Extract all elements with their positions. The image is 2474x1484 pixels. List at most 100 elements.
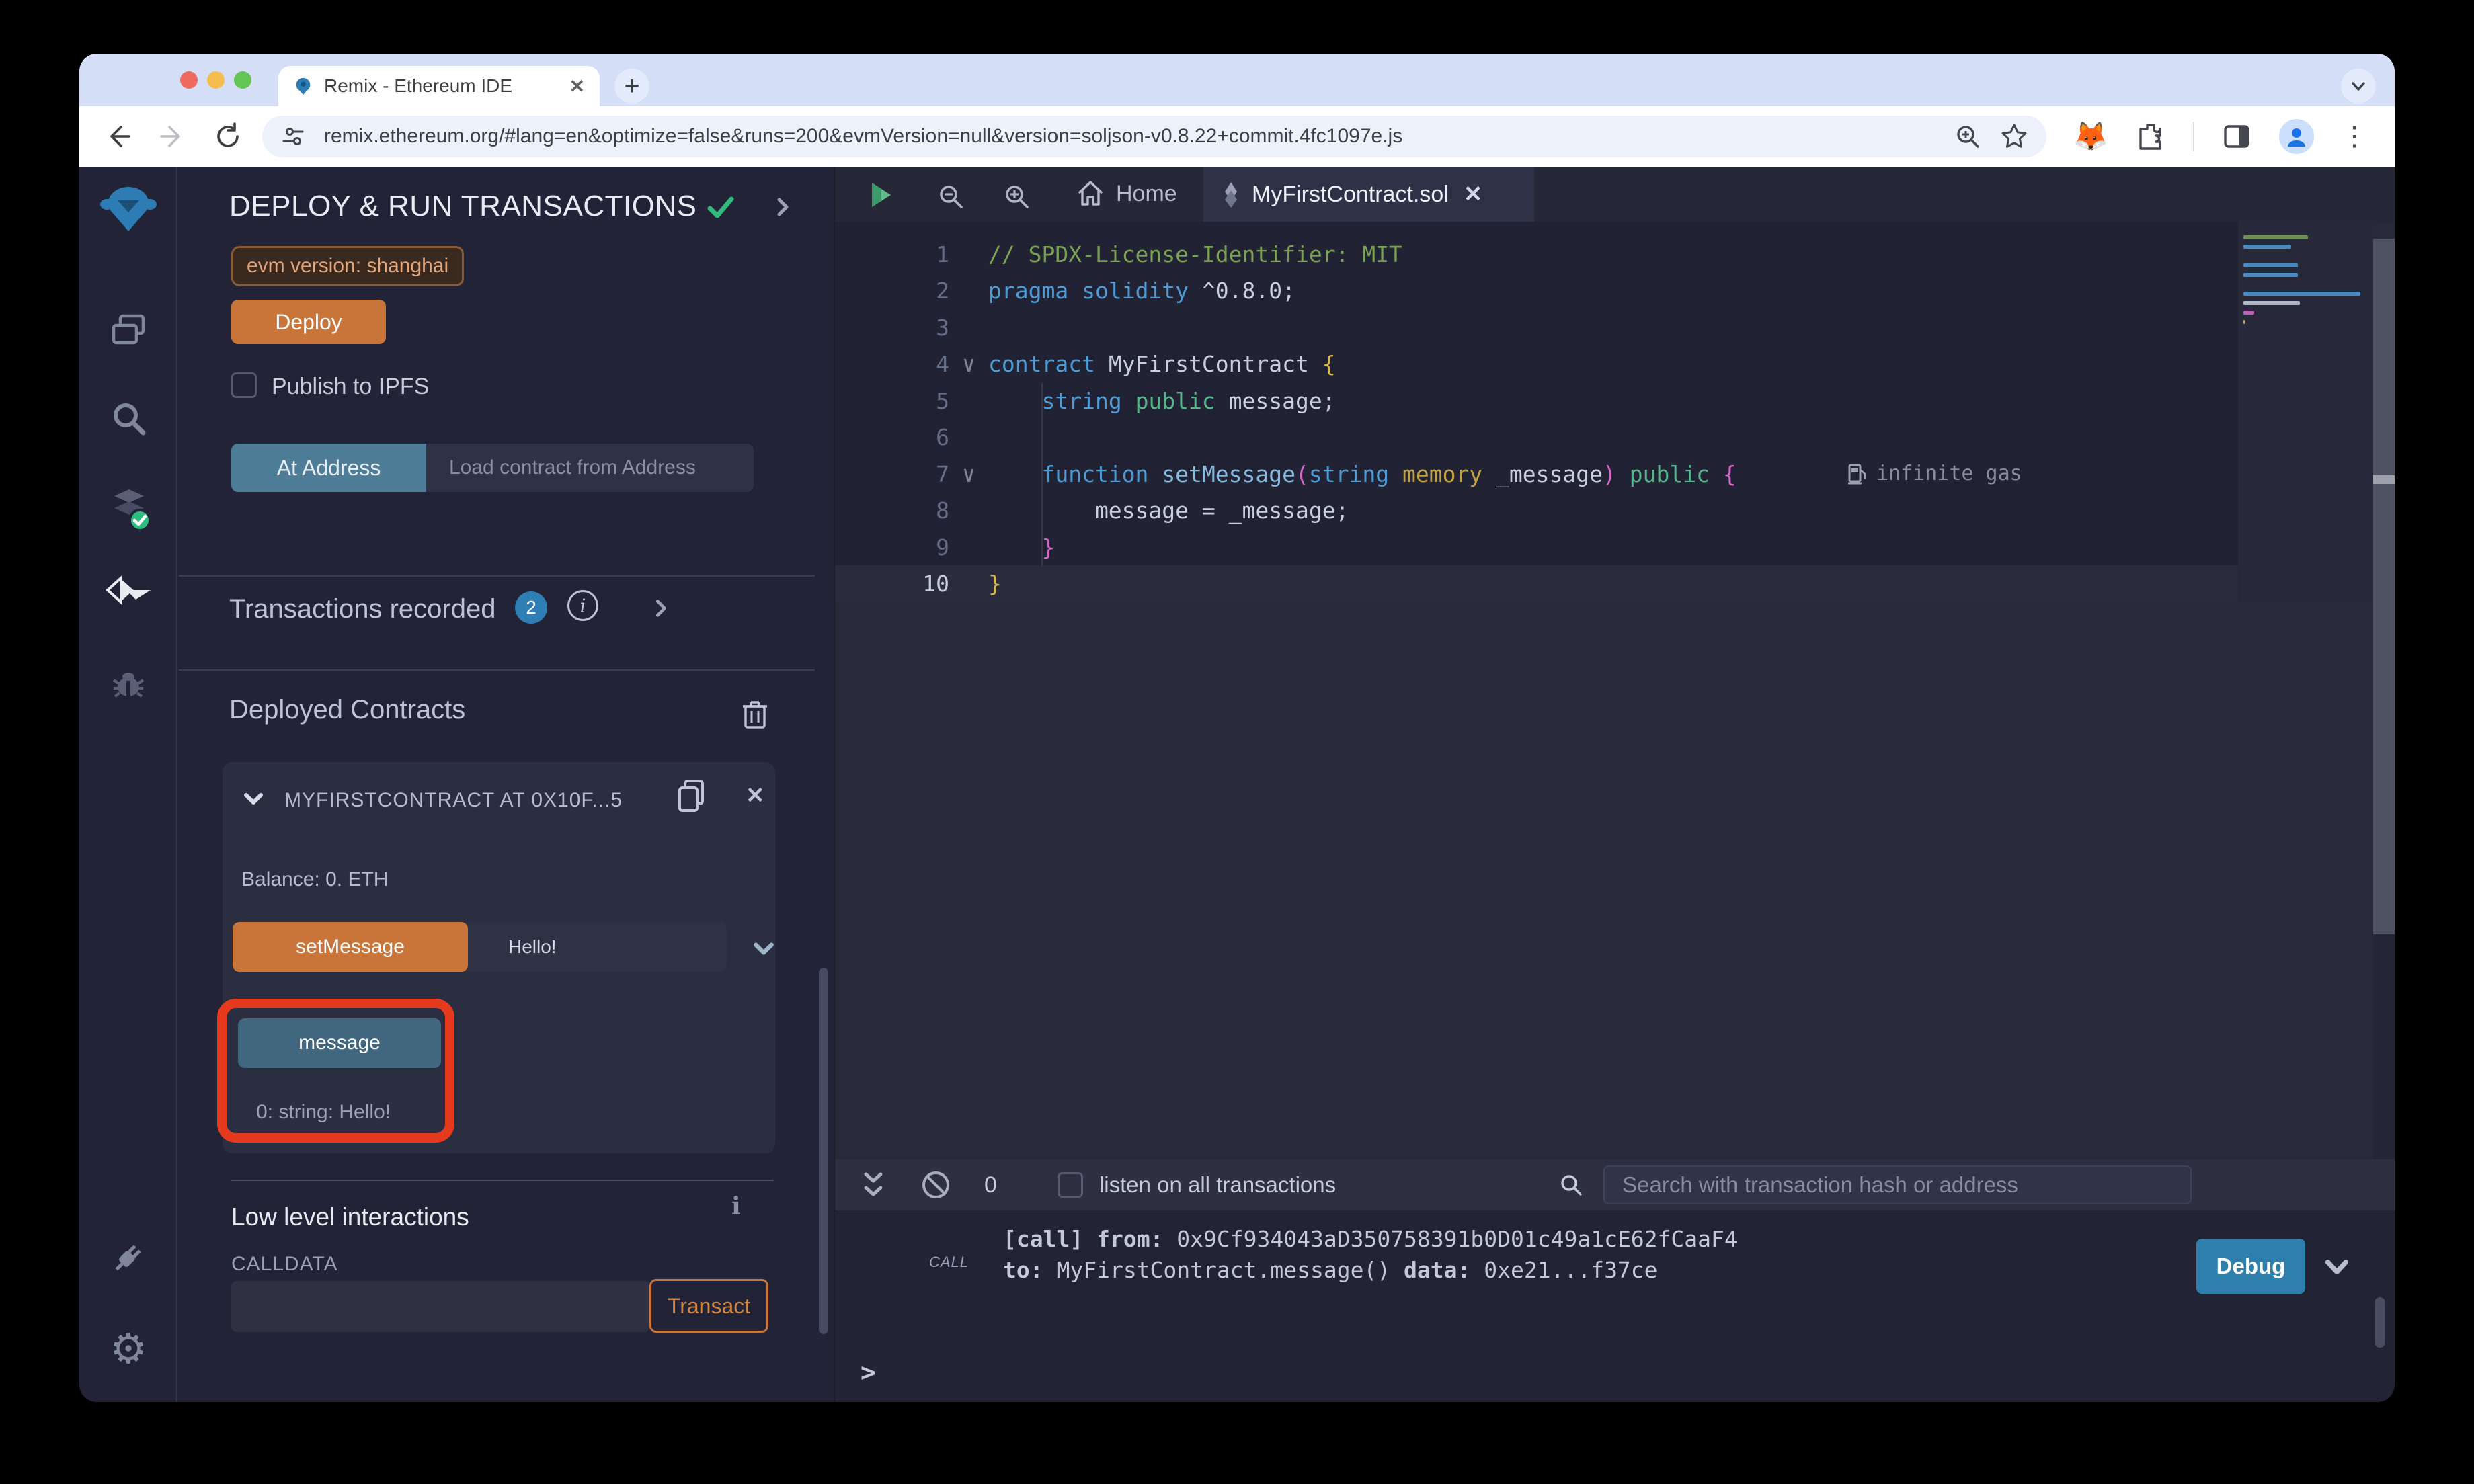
editor-zoom-in-icon[interactable] <box>1002 181 1031 211</box>
minimap[interactable] <box>2238 222 2373 602</box>
panel-expand-chevron-icon[interactable] <box>770 195 795 219</box>
terminal-log-line: [call] from: 0x9Cf934043aD350758391b0D01… <box>1003 1224 1738 1255</box>
line-number: 9 <box>835 534 949 561</box>
code-line[interactable]: 5 string public message; <box>835 382 2238 419</box>
debug-button[interactable]: Debug <box>2196 1239 2305 1294</box>
arrow-left-icon <box>102 121 133 152</box>
code-viewport[interactable]: 1// SPDX-License-Identifier: MIT2pragma … <box>835 222 2238 602</box>
panel-divider <box>179 575 815 577</box>
transactions-recorded-label: Transactions recorded <box>229 594 495 624</box>
terminal-prompt[interactable]: > <box>861 1358 876 1387</box>
editor-scrollbar[interactable] <box>2373 239 2395 934</box>
minimap-line <box>2243 254 2368 258</box>
evm-version-badge: evm version: shanghai <box>231 246 464 286</box>
listen-all-transactions-checkbox[interactable] <box>1058 1172 1083 1198</box>
calldata-input[interactable] <box>231 1281 649 1332</box>
terminal-log[interactable]: [call] from: 0x9Cf934043aD350758391b0D01… <box>1003 1224 1738 1286</box>
set-message-input[interactable]: Hello! <box>468 922 727 972</box>
side-panel-icon[interactable] <box>2221 121 2252 152</box>
debugger-bug-icon[interactable] <box>79 665 177 704</box>
tab-search-button[interactable] <box>2341 69 2376 104</box>
window-minimize-button[interactable] <box>207 71 225 89</box>
set-message-expand-chevron-icon[interactable] <box>751 936 776 961</box>
minimap-line <box>2243 245 2291 249</box>
reload-button[interactable] <box>212 121 245 152</box>
file-tab-active[interactable]: MyFirstContract.sol ✕ <box>1203 167 1534 222</box>
line-number: 6 <box>835 424 949 450</box>
line-number: 4 <box>835 351 949 377</box>
contract-collapse-chevron-icon[interactable] <box>241 786 266 811</box>
code-line[interactable]: 4∨contract MyFirstContract { <box>835 345 2238 382</box>
calldata-label: CALLDATA <box>231 1253 338 1276</box>
window-zoom-button[interactable] <box>234 71 251 89</box>
transact-button[interactable]: Transact <box>649 1279 768 1333</box>
minimap-line <box>2243 273 2298 277</box>
info-icon[interactable]: i <box>567 590 598 621</box>
remove-contract-icon[interactable]: ✕ <box>746 782 765 809</box>
contract-instance-title[interactable]: MYFIRSTCONTRACT AT 0X10F...5 <box>284 789 674 812</box>
terminal-search-icon <box>1558 1171 1585 1198</box>
code-line[interactable]: 7∨ function setMessage(string memory _me… <box>835 456 2238 493</box>
set-message-button[interactable]: setMessage <box>233 922 468 972</box>
message-getter-button[interactable]: message <box>238 1018 441 1068</box>
tab-close-icon[interactable]: ✕ <box>569 75 585 97</box>
minimap-line <box>2243 235 2308 239</box>
expand-terminal-icon[interactable] <box>862 1171 885 1198</box>
editor-tab-bar: Home MyFirstContract.sol ✕ <box>835 167 2395 222</box>
code-line[interactable]: 6 <box>835 419 2238 456</box>
deploy-button[interactable]: Deploy <box>231 300 386 344</box>
panel-scrollbar[interactable] <box>819 968 828 1334</box>
code-line[interactable]: 10} <box>835 565 2238 602</box>
deploy-run-icon[interactable] <box>79 575 177 618</box>
publish-ipfs-checkbox[interactable] <box>231 372 257 398</box>
line-number: 8 <box>835 497 949 524</box>
url-bar[interactable]: remix.ethereum.org/#lang=en&optimize=fal… <box>262 116 2046 157</box>
editor-zoom-out-icon[interactable] <box>936 181 965 211</box>
low-level-info-icon[interactable]: i <box>731 1192 741 1221</box>
forward-button[interactable] <box>157 121 190 152</box>
plugin-manager-icon[interactable] <box>79 1237 177 1278</box>
zoom-page-icon[interactable] <box>1954 122 1982 151</box>
log-expand-chevron-icon[interactable] <box>2322 1252 2352 1282</box>
settings-gear-icon[interactable]: ⚙ <box>79 1324 177 1373</box>
code-line[interactable]: 8 message = _message; <box>835 492 2238 529</box>
back-button[interactable] <box>102 121 134 152</box>
fold-chevron-icon[interactable]: ∨ <box>949 461 988 487</box>
window-close-button[interactable] <box>180 71 198 89</box>
transactions-expand-chevron-icon[interactable] <box>649 597 672 620</box>
browser-tab[interactable]: Remix - Ethereum IDE ✕ <box>278 66 600 106</box>
run-script-play-icon[interactable] <box>865 180 895 210</box>
browser-menu-icon[interactable]: ⋮ <box>2341 132 2368 140</box>
code-line[interactable]: 2pragma solidity ^0.8.0; <box>835 272 2238 309</box>
file-explorer-icon[interactable] <box>79 309 177 349</box>
code-line[interactable]: 3 <box>835 309 2238 346</box>
code-text: } <box>988 534 1055 561</box>
clear-console-icon[interactable] <box>922 1171 949 1198</box>
at-address-input[interactable]: Load contract from Address <box>426 444 754 492</box>
copy-address-icon[interactable] <box>674 777 708 815</box>
browser-tab-strip: Remix - Ethereum IDE ✕ + <box>79 54 2395 106</box>
terminal-search-input[interactable]: Search with transaction hash or address <box>1603 1165 2192 1204</box>
gas-annotation: infinite gas <box>1847 462 2022 485</box>
close-file-tab-icon[interactable]: ✕ <box>1464 181 1483 208</box>
clear-contracts-trash-icon[interactable] <box>740 698 770 730</box>
metamask-extension-icon[interactable]: 🦊 <box>2073 120 2108 153</box>
code-text: function setMessage(string memory _messa… <box>988 461 1737 487</box>
site-settings-icon[interactable] <box>280 123 307 150</box>
code-line[interactable]: 1// SPDX-License-Identifier: MIT <box>835 236 2238 273</box>
at-address-button[interactable]: At Address <box>231 444 426 492</box>
solidity-compiler-icon[interactable] <box>79 487 177 535</box>
indent-guide <box>1041 383 1043 566</box>
editor-scrollbar-thumb[interactable] <box>2373 475 2395 484</box>
extensions-puzzle-icon[interactable] <box>2135 121 2166 152</box>
remix-logo-icon[interactable] <box>79 181 177 238</box>
bookmark-star-icon[interactable] <box>1999 122 2029 151</box>
fold-chevron-icon[interactable]: ∨ <box>949 351 988 377</box>
terminal-scrollbar[interactable] <box>2375 1297 2385 1348</box>
search-icon[interactable] <box>79 398 177 438</box>
profile-avatar[interactable] <box>2279 119 2314 154</box>
new-tab-button[interactable]: + <box>614 69 649 104</box>
url-text[interactable]: remix.ethereum.org/#lang=en&optimize=fal… <box>324 125 1936 148</box>
home-tab[interactable]: Home <box>1076 179 1177 208</box>
code-line[interactable]: 9 } <box>835 529 2238 566</box>
